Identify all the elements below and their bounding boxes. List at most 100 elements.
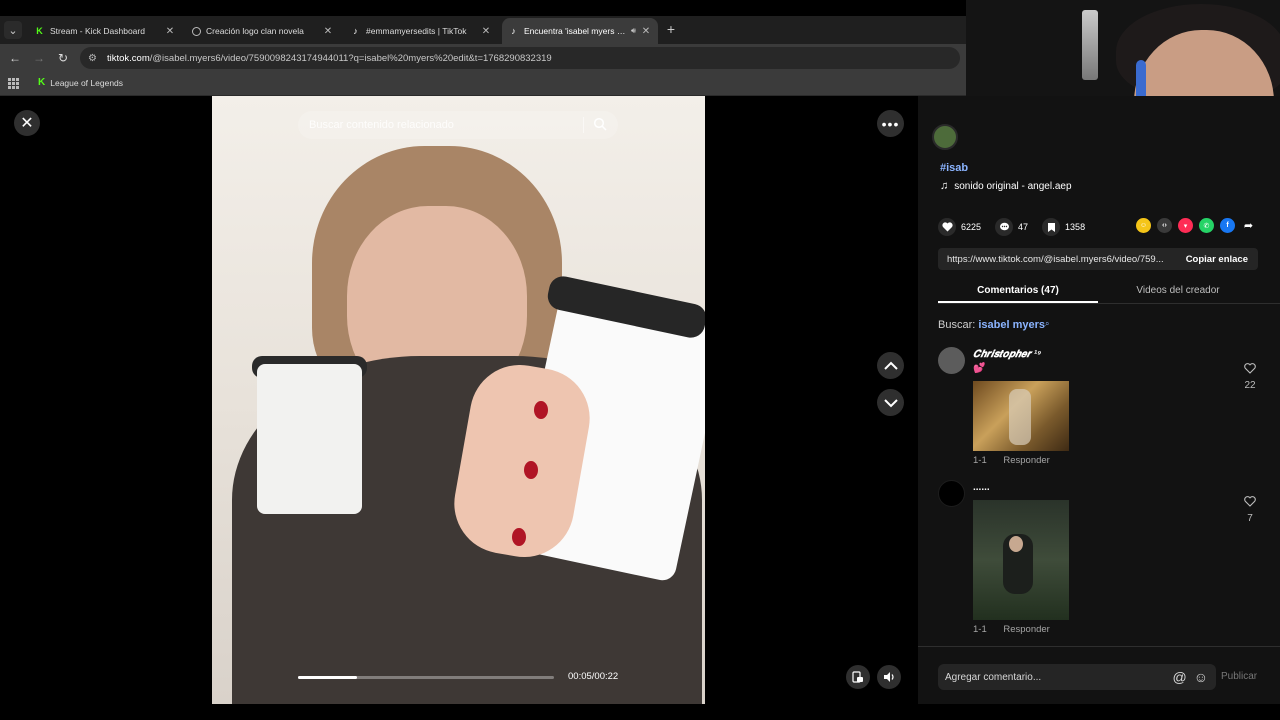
kick-icon: K xyxy=(36,26,43,36)
sound-name: sonido original - angel.aep xyxy=(954,180,1072,192)
comment-text: 💕 xyxy=(973,363,986,374)
commenter-name[interactable]: ...... xyxy=(973,482,990,493)
comment-icon xyxy=(995,218,1014,236)
tab-title: Creación logo clan novela xyxy=(206,26,304,36)
reply-button[interactable]: Responder xyxy=(1003,624,1049,635)
close-icon[interactable]: ✕ xyxy=(480,26,492,37)
emoji-icon[interactable]: ☺ xyxy=(1194,669,1208,685)
search-divider xyxy=(583,117,584,133)
next-video-button[interactable] xyxy=(877,389,904,416)
comment-like-button[interactable]: 7 xyxy=(1240,494,1260,524)
floating-player-button[interactable] xyxy=(846,665,870,689)
comment-image[interactable] xyxy=(973,381,1069,451)
speaker-icon[interactable]: 🔊︎ xyxy=(631,26,636,36)
commenter-avatar[interactable] xyxy=(938,480,965,507)
bookmark-icon xyxy=(1042,218,1061,236)
heart-outline-icon xyxy=(1244,496,1256,507)
comment-reply-count: 1-1 xyxy=(973,624,987,635)
close-icon[interactable]: ✕ xyxy=(640,26,652,37)
comment-image[interactable] xyxy=(973,500,1069,620)
previous-video-button[interactable] xyxy=(877,352,904,379)
video-player[interactable] xyxy=(212,96,705,704)
video-progress-fill xyxy=(298,676,357,679)
tab-creator-videos[interactable]: Videos del creador xyxy=(1098,280,1258,303)
facebook-icon[interactable]: f xyxy=(1220,218,1235,233)
address-bar-row: ← → ↻ ⚙︎ tiktok.com/@isabel.myers6/video… xyxy=(0,44,966,72)
mention-icon[interactable]: @ xyxy=(1172,669,1186,685)
tab-title: Encuentra 'isabel myers edi xyxy=(524,26,628,36)
comment-like-button[interactable]: 22 xyxy=(1240,361,1260,391)
volume-button[interactable] xyxy=(877,665,901,689)
send-to-friends-icon[interactable]: ▾ xyxy=(1178,218,1193,233)
bookmark-league-of-legends[interactable]: K League of Legends xyxy=(38,77,123,88)
comment-item: 𝑪𝒉𝒓𝒊𝒔𝒕𝒐𝒑𝒉𝒆𝒓 ¹⁹ 💕 1-1 Responder 22 xyxy=(938,347,1268,472)
video-time: 00:05/00:22 xyxy=(568,671,619,682)
chevron-down-icon xyxy=(883,398,898,407)
close-icon[interactable]: ✕ xyxy=(164,26,176,37)
comment-reply-count: 1-1 xyxy=(973,455,987,466)
like-button[interactable]: 6225 xyxy=(938,218,981,236)
new-tab-icon[interactable]: + xyxy=(664,21,678,37)
url-field[interactable]: ⚙︎ tiktok.com/@isabel.myers6/video/75900… xyxy=(80,47,960,69)
tab-encuentra-isabel[interactable]: ♪ Encuentra 'isabel myers edi 🔊︎ ✕ xyxy=(502,18,658,44)
reply-button[interactable]: Responder xyxy=(1003,455,1049,466)
comment-input[interactable]: Agregar comentario... @ ☺ xyxy=(938,664,1216,690)
sound-link[interactable]: ♫ sonido original - angel.aep xyxy=(940,180,1072,192)
share-options: ☺ ‹› ▾ ✆ f ➦ xyxy=(1136,218,1262,233)
video-link[interactable]: https://www.tiktok.com/@isabel.myers6/vi… xyxy=(938,254,1176,265)
globe-icon xyxy=(192,26,201,36)
tab-creacion-logo[interactable]: Creación logo clan novela ✕ xyxy=(186,18,340,44)
hashtag-link[interactable]: #isab xyxy=(940,162,968,174)
commenter-name[interactable]: 𝑪𝒉𝒓𝒊𝒔𝒕𝒐𝒑𝒉𝒆𝒓 ¹⁹ xyxy=(973,349,1041,360)
video-cup xyxy=(257,364,362,514)
tiktok-icon: ♪ xyxy=(353,26,358,36)
comment-search-suggestion[interactable]: Buscar: isabel myers⌕ xyxy=(938,319,1050,331)
comment-button[interactable]: 47 xyxy=(995,218,1028,236)
save-button[interactable]: 1358 xyxy=(1042,218,1085,236)
site-info-icon[interactable]: ⚙︎ xyxy=(86,52,99,65)
composer-tools: @ ☺ xyxy=(1172,669,1208,685)
chevron-up-icon xyxy=(883,361,898,370)
related-search-placeholder: Buscar contenido relacionado xyxy=(309,119,454,131)
comment-like-count: 22 xyxy=(1244,380,1256,391)
bookmarks-bar: K League of Legends xyxy=(0,72,966,96)
kick-icon: K xyxy=(38,77,46,88)
commenter-avatar[interactable] xyxy=(938,347,965,374)
comment-placeholder: Agregar comentario... xyxy=(945,671,1042,683)
comment-meta: 1-1 Responder xyxy=(973,455,1050,466)
whatsapp-icon[interactable]: ✆ xyxy=(1199,218,1214,233)
webcam-background-light xyxy=(1082,10,1098,80)
video-nail xyxy=(534,401,548,419)
reload-icon[interactable]: ↻ xyxy=(56,51,70,65)
more-options-button[interactable]: ••• xyxy=(877,110,904,137)
music-note-icon: ♫ xyxy=(940,180,949,192)
apps-grid-icon[interactable] xyxy=(8,78,19,89)
related-search-input[interactable]: Buscar contenido relacionado xyxy=(298,111,618,139)
video-progress-bar[interactable] xyxy=(298,676,554,679)
copy-link-box: https://www.tiktok.com/@isabel.myers6/vi… xyxy=(938,248,1258,270)
tab-emmamyersedits[interactable]: ♪ #emmamyersedits | TikTok ✕ xyxy=(344,18,498,44)
url-path: /@isabel.myers6/video/759009824317494401… xyxy=(149,52,552,64)
close-icon[interactable]: ✕ xyxy=(322,26,334,37)
search-icon[interactable] xyxy=(593,117,607,131)
close-icon: ✕ xyxy=(20,115,34,132)
share-arrow-icon[interactable]: ➦ xyxy=(1241,218,1256,233)
author-avatar[interactable] xyxy=(932,124,958,150)
tiktok-icon: ♪ xyxy=(511,26,516,36)
close-viewer-button[interactable]: ✕ xyxy=(14,110,40,136)
publish-button[interactable]: Publicar xyxy=(1221,671,1257,682)
comment-meta: 1-1 Responder xyxy=(973,624,1050,635)
tab-kick-dashboard[interactable]: K Stream - Kick Dashboard ✕ xyxy=(28,18,182,44)
video-nail xyxy=(512,528,526,546)
comment-count: 47 xyxy=(1018,222,1029,232)
friends-share-icon[interactable]: ☺ xyxy=(1136,218,1151,233)
copy-link-button[interactable]: Copiar enlace xyxy=(1176,254,1258,265)
screen: ⌄ K Stream - Kick Dashboard ✕ Creación l… xyxy=(0,0,1280,720)
embed-code-icon[interactable]: ‹› xyxy=(1157,218,1172,233)
forward-icon[interactable]: → xyxy=(32,51,46,65)
back-icon[interactable]: ← xyxy=(8,51,22,65)
details-panel: #isab ♫ sonido original - angel.aep 6225… xyxy=(918,96,1280,704)
tab-comments[interactable]: Comentarios (47) xyxy=(938,280,1098,303)
tab-list-button[interactable]: ⌄ xyxy=(4,21,22,39)
heart-icon xyxy=(938,218,956,236)
